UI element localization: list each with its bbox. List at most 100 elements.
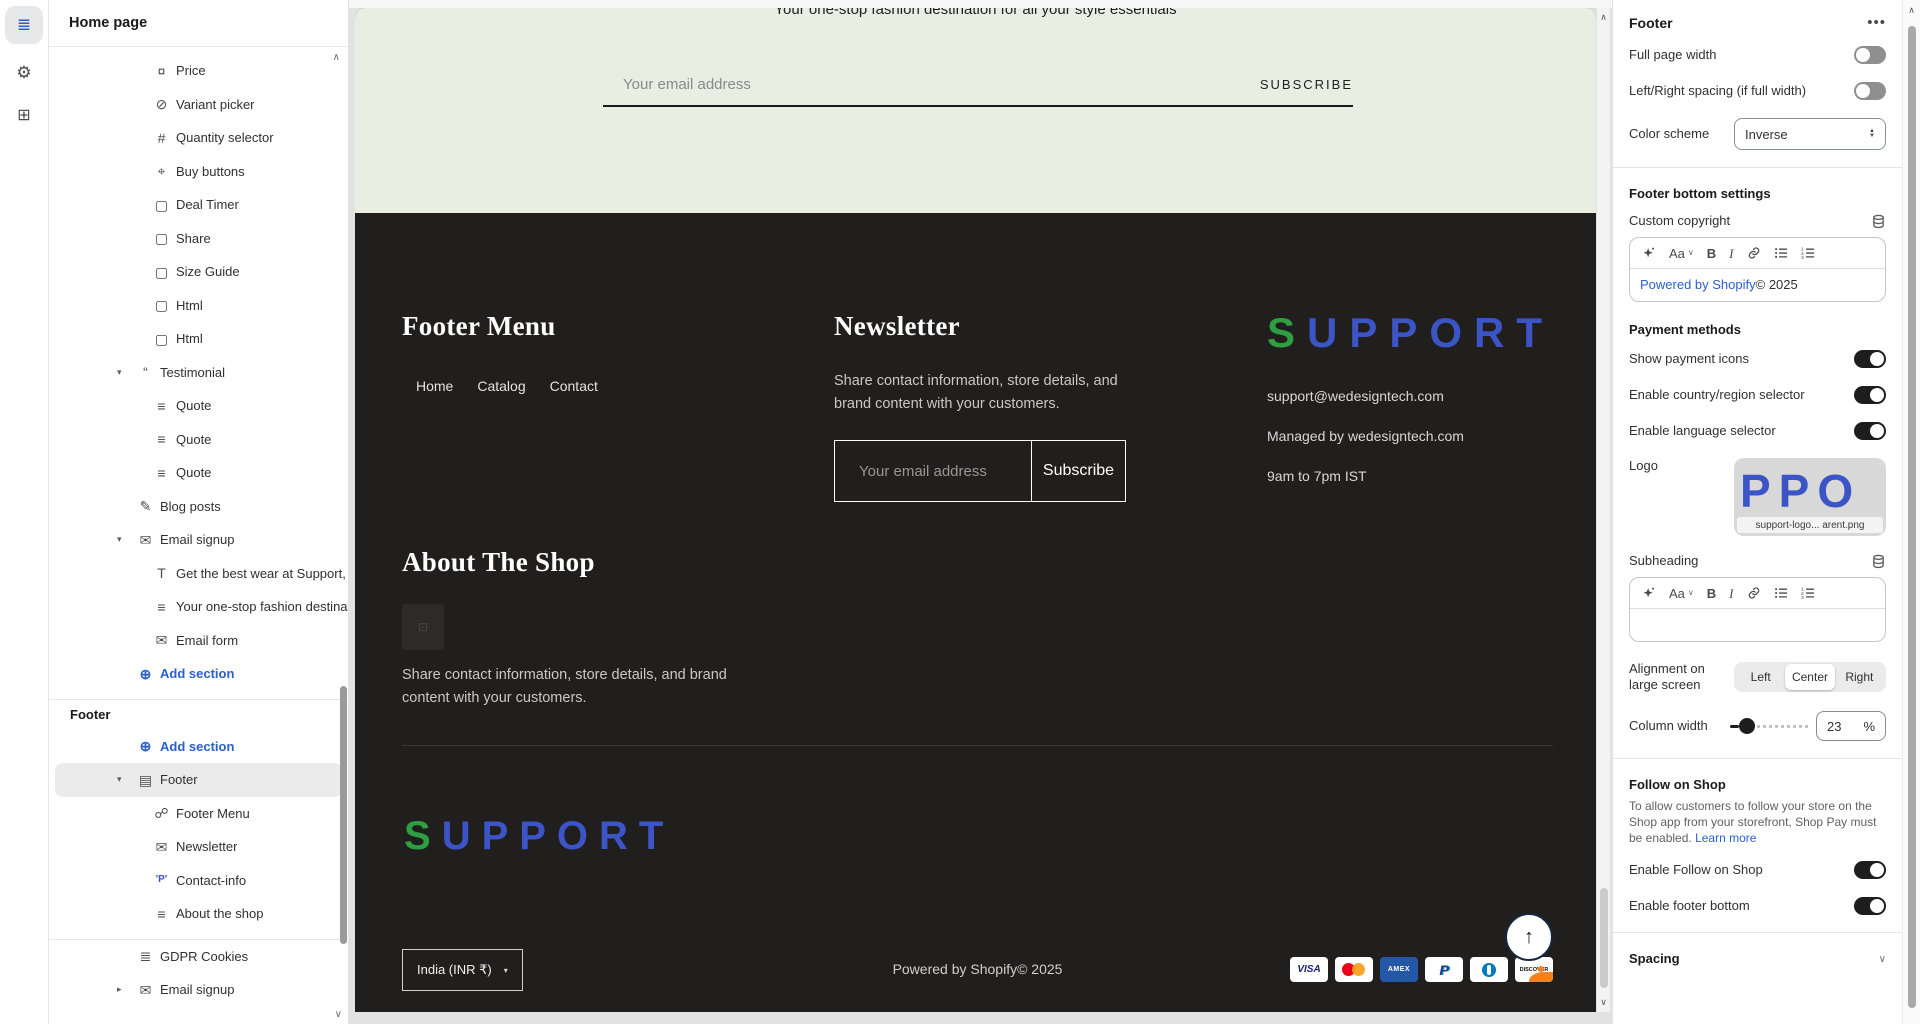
email-input[interactable]: Your email address <box>603 76 751 93</box>
slider-knob[interactable] <box>1739 718 1755 734</box>
alignment-right-button[interactable]: Right <box>1835 664 1884 690</box>
logo-s: S <box>404 814 442 858</box>
subheading-value[interactable] <box>1630 609 1885 641</box>
contact-email[interactable]: support@wedesigntech.com <box>1267 388 1554 404</box>
footer-divider <box>402 745 1553 746</box>
sidebar-item-newsletter[interactable]: ✉ Newsletter <box>49 830 348 864</box>
sidebar-item-email-signup[interactable]: ▾ ✉ Email signup <box>49 523 348 557</box>
sidebar-item-footer[interactable]: ▾ ▤ Footer <box>55 763 342 797</box>
subscribe-button[interactable]: SUBSCRIBE <box>1260 77 1353 92</box>
row-label: Deal Timer <box>176 197 239 212</box>
sidebar-item-email-text[interactable]: ≡ Your one-stop fashion destinati... <box>49 590 348 624</box>
footer-link-contact[interactable]: Contact <box>550 378 598 394</box>
sidebar-item-quote-3[interactable]: ≡ Quote <box>49 456 348 490</box>
sidebar-item-contact-info[interactable]: 'P' Contact-info <box>49 864 348 898</box>
newsletter-column: Newsletter Share contact information, st… <box>834 311 1126 502</box>
sidebar-scroll-down-icon[interactable]: ∨ <box>335 1009 342 1020</box>
preview-scrollbar-thumb[interactable] <box>1600 888 1608 988</box>
back-to-top-button[interactable]: ↑ <box>1505 913 1553 961</box>
bold-button[interactable]: B <box>1707 587 1716 600</box>
sidebar-item-variant-picker[interactable]: ⊘ Variant picker <box>49 88 348 122</box>
theme-settings-button[interactable]: ⚙ <box>5 54 43 92</box>
lr-spacing-toggle[interactable] <box>1854 82 1886 100</box>
italic-button[interactable]: I <box>1729 587 1733 600</box>
enable-footer-bottom-toggle[interactable] <box>1854 897 1886 915</box>
newsletter-subscribe-button[interactable]: Subscribe <box>1031 441 1125 501</box>
full-page-width-toggle[interactable] <box>1854 46 1886 64</box>
bullet-list-icon[interactable] <box>1774 586 1788 600</box>
sidebar-item-price[interactable]: ¤ Price <box>49 54 348 88</box>
sidebar-item-about-the-shop[interactable]: ≡ About the shop <box>49 897 348 931</box>
link-icon[interactable] <box>1747 246 1761 260</box>
footer-link-catalog[interactable]: Catalog <box>477 378 525 394</box>
more-options-icon[interactable]: ••• <box>1867 14 1886 31</box>
ai-sparkle-icon[interactable] <box>1642 586 1656 600</box>
app-embeds-button[interactable]: ⊞ <box>5 96 43 134</box>
panel-scrollbar[interactable]: ∧ <box>1902 0 1920 1024</box>
scroll-down-icon[interactable]: ∨ <box>1597 997 1610 1008</box>
sidebar-item-email-heading[interactable]: T Get the best wear at Support, th... <box>49 557 348 591</box>
sidebar-scroll-up-icon[interactable]: ∧ <box>333 52 340 63</box>
sidebar-item-add-section-footer[interactable]: ⊕ Add section <box>49 730 348 764</box>
newsletter-email-input[interactable]: Your email address <box>835 441 1031 501</box>
sidebar-item-quote-1[interactable]: ≡ Quote <box>49 389 348 423</box>
sidebar-item-email-signup-2[interactable]: ▸ ✉ Email signup <box>49 973 348 1007</box>
ai-sparkle-icon[interactable] <box>1642 246 1656 260</box>
color-scheme-select[interactable]: Inverse ▲▼ <box>1734 118 1886 150</box>
sidebar-item-quote-2[interactable]: ≡ Quote <box>49 423 348 457</box>
bold-button[interactable]: B <box>1707 247 1716 260</box>
alignment-left-button[interactable]: Left <box>1736 664 1785 690</box>
svg-text:3: 3 <box>1801 595 1804 600</box>
italic-button[interactable]: I <box>1729 247 1733 260</box>
sidebar-item-footer-menu[interactable]: ☍ Footer Menu <box>49 797 348 831</box>
row-icon: ☍ <box>153 806 170 820</box>
scroll-up-icon[interactable]: ∧ <box>1597 12 1610 23</box>
sidebar-item-testimonial[interactable]: ▾ “ Testimonial <box>49 356 348 390</box>
email-signup-subheading: Your one-stop fashion destination for al… <box>355 8 1596 18</box>
row-label: Footer <box>160 772 198 787</box>
sidebar-item-size-guide[interactable]: ▢ Size Guide <box>49 255 348 289</box>
alignment-center-button[interactable]: Center <box>1785 664 1834 690</box>
panel-scrollbar-thumb[interactable] <box>1908 26 1916 1008</box>
copyright-link[interactable]: Powered by Shopify <box>1640 277 1756 292</box>
sidebar-item-quantity-selector[interactable]: # Quantity selector <box>49 121 348 155</box>
show-payment-icons-toggle[interactable] <box>1854 350 1886 368</box>
row-label: Add section <box>160 666 234 681</box>
column-width-slider[interactable] <box>1730 718 1808 734</box>
sidebar-item-html-1[interactable]: ▢ Html <box>49 289 348 323</box>
row-icon: 'P' <box>153 875 170 885</box>
logo-thumbnail[interactable]: PPO support-logo... arent.png <box>1734 458 1886 536</box>
sidebar-item-blog-posts[interactable]: ✎ Blog posts <box>49 490 348 524</box>
chevron-down-icon[interactable]: ∨ <box>1879 954 1886 965</box>
preview-scrollbar[interactable]: ∧ ∨ <box>1596 8 1610 1012</box>
learn-more-link[interactable]: Learn more <box>1695 831 1756 845</box>
numbered-list-icon[interactable]: 1 2 3 <box>1801 586 1815 600</box>
sections-nav-button[interactable]: ≣ <box>5 6 43 44</box>
link-icon[interactable] <box>1747 586 1761 600</box>
sidebar-item-email-form[interactable]: ✉ Email form <box>49 624 348 658</box>
language-selector-toggle[interactable] <box>1854 422 1886 440</box>
country-selector-toggle[interactable] <box>1854 386 1886 404</box>
country-selector[interactable]: India (INR ₹) ▾ <box>402 949 523 991</box>
dynamic-source-icon[interactable] <box>1871 554 1886 569</box>
text-style-button[interactable]: Aa∨ <box>1669 587 1694 600</box>
sidebar-item-deal-timer[interactable]: ▢ Deal Timer <box>49 188 348 222</box>
scroll-up-icon[interactable]: ∧ <box>1903 5 1920 16</box>
sidebar-item-share[interactable]: ▢ Share <box>49 222 348 256</box>
column-width-input[interactable]: 23 % <box>1816 711 1886 741</box>
sidebar-scrollbar-thumb[interactable] <box>340 686 347 944</box>
sidebar-item-buy-buttons[interactable]: ⌖ Buy buttons <box>49 155 348 189</box>
numbered-list-icon[interactable]: 1 2 3 <box>1801 246 1815 260</box>
sidebar-item-add-section-template[interactable]: ⊕ Add section <box>49 657 348 691</box>
color-scheme-value: Inverse <box>1745 127 1788 142</box>
enable-follow-toggle[interactable] <box>1854 861 1886 879</box>
footer-link-home[interactable]: Home <box>416 378 453 394</box>
sidebar-item-html-2[interactable]: ▢ Html <box>49 322 348 356</box>
row-label: Quote <box>176 465 211 480</box>
custom-copyright-value[interactable]: Powered by Shopify© 2025 <box>1630 269 1885 301</box>
sidebar-item-gdpr-cookies[interactable]: ≣ GDPR Cookies <box>49 940 348 974</box>
dynamic-source-icon[interactable] <box>1871 214 1886 229</box>
text-style-button[interactable]: Aa∨ <box>1669 247 1694 260</box>
bullet-list-icon[interactable] <box>1774 246 1788 260</box>
paypal-icon: P <box>1425 957 1463 982</box>
